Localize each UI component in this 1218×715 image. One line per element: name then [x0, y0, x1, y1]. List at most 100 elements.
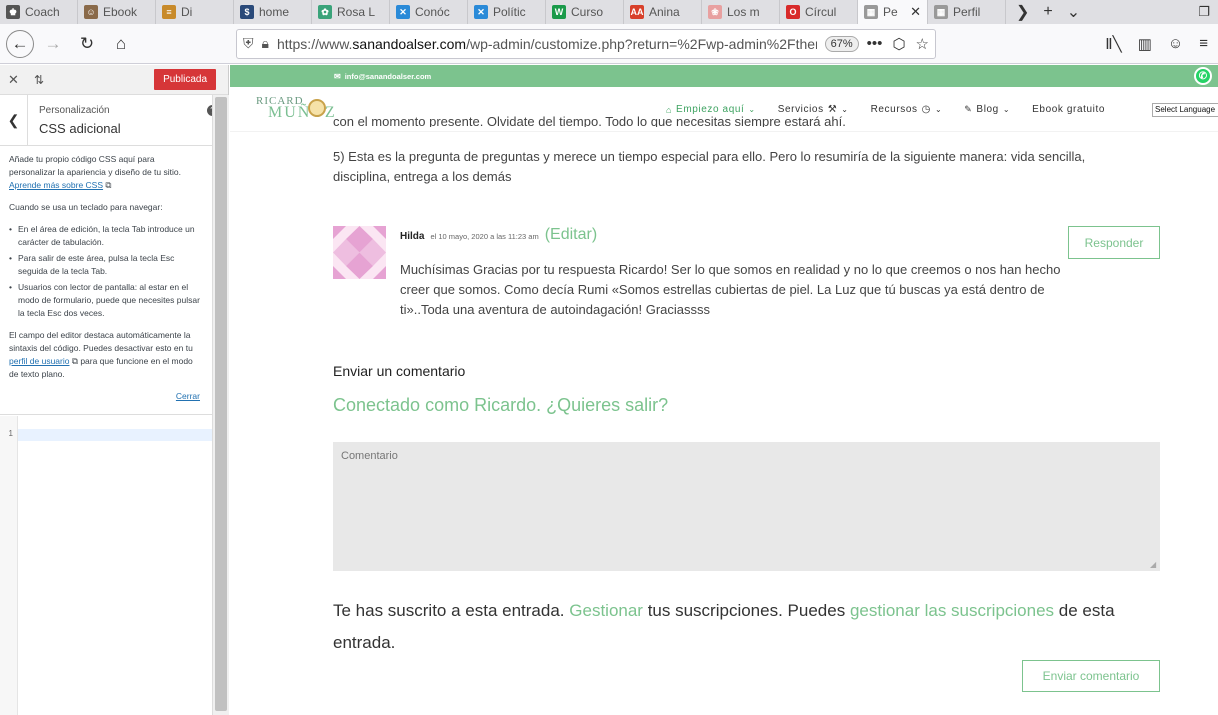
browser-tab[interactable]: ≡ Di: [156, 0, 234, 24]
pocket-icon[interactable]: ⬡: [892, 35, 905, 53]
syntax-paragraph: El campo del editor destaca automáticame…: [9, 329, 202, 381]
comment-date[interactable]: el 10 mayo, 2020 a las 11:23 am: [430, 232, 538, 241]
url-text[interactable]: https://www.sanandoalser.com/wp-admin/cu…: [277, 36, 817, 52]
tab-title: Círcul: [805, 5, 837, 19]
css-code-editor[interactable]: 1: [0, 416, 212, 715]
mail-icon: ✉: [334, 71, 341, 81]
manage-subscriptions-link[interactable]: gestionar las suscripciones: [850, 601, 1054, 620]
forward-button[interactable]: →: [38, 29, 68, 59]
browser-tab-strip: ♚ Coach ☺ Ebook ≡ Di $ home ✿ Rosa L ✕ Conóc ✕ Políti…: [0, 0, 1218, 24]
sidebar-toggle-icon[interactable]: ▥: [1138, 35, 1152, 53]
lock-icon[interactable]: 🔒︎: [262, 35, 269, 52]
browser-tab[interactable]: ♚ Coach: [0, 0, 78, 24]
back-chevron-icon[interactable]: ❮: [0, 94, 28, 146]
whatsapp-icon[interactable]: ✆: [1194, 67, 1212, 85]
browser-tab[interactable]: ✕ Polític: [468, 0, 546, 24]
edit-comment-link[interactable]: (Editar): [545, 226, 597, 244]
reorder-arrows-icon[interactable]: ⇅: [34, 73, 64, 87]
close-help-row: Cerrar: [9, 390, 202, 403]
account-icon[interactable]: ☺: [1168, 35, 1183, 53]
window-restore-icon[interactable]: ❐: [1198, 4, 1210, 20]
menu-hamburger-icon[interactable]: ≡: [1199, 35, 1208, 53]
active-code-line[interactable]: [18, 429, 212, 441]
scrollbar-thumb[interactable]: [215, 97, 227, 711]
resize-grip-icon[interactable]: ◢: [1150, 561, 1158, 569]
desc-intro-paragraph: Añade tu propio código CSS aquí para per…: [9, 153, 202, 192]
home-button[interactable]: ⌂: [106, 29, 136, 59]
tab-favicon-icon: $: [240, 5, 254, 19]
desc-intro: Añade tu propio código CSS aquí para per…: [9, 154, 181, 177]
zoom-badge[interactable]: 67%: [824, 35, 859, 52]
reload-button[interactable]: ↻: [72, 29, 102, 59]
comment-placeholder: Comentario: [341, 450, 398, 462]
learn-css-link[interactable]: Aprende más sobre CSS: [9, 180, 103, 190]
subscription-notice: Te has suscrito a esta entrada. Gestiona…: [333, 595, 1160, 659]
customizer-sidebar: ✕ ⇅ Publicada ❮ Personalización CSS adic…: [0, 65, 229, 715]
logged-in-sep: .: [536, 395, 542, 415]
answer-paragraph-5: 5) Esta es la pregunta de preguntas y me…: [333, 149, 1086, 184]
submit-comment-button[interactable]: Enviar comentario: [1022, 660, 1160, 692]
comment-author[interactable]: Hilda: [400, 231, 424, 242]
comment-item: Hilda el 10 mayo, 2020 a las 11:23 am (E…: [333, 226, 1160, 321]
tab-favicon-icon: ▦: [934, 5, 948, 19]
logout-link[interactable]: ¿Quieres salir?: [546, 395, 668, 415]
tab-favicon-icon: O: [786, 5, 800, 19]
comment-textarea[interactable]: Comentario: [333, 442, 1160, 571]
subscribe-text-1: Te has suscrito a esta entrada.: [333, 601, 565, 620]
tab-title: home: [259, 5, 290, 19]
reply-button[interactable]: Responder: [1068, 226, 1160, 259]
publish-button[interactable]: Publicada: [154, 69, 216, 90]
browser-tab[interactable]: ✿ Rosa L: [312, 0, 390, 24]
browser-tab[interactable]: ❀ Los m: [702, 0, 780, 24]
section-header: ❮ Personalización CSS adicional ?: [0, 94, 228, 146]
keyboard-intro: Cuando se usa un teclado para navegar:: [9, 202, 163, 212]
tab-title: Conóc: [415, 5, 450, 19]
keyboard-tip: Usuarios con lector de pantalla: al esta…: [9, 281, 202, 320]
tabs-scroll-right-icon[interactable]: ❯: [1016, 2, 1029, 22]
tab-favicon-icon: AA: [630, 5, 644, 19]
toolbar-right: Ⅱ╲ ▥ ☺ ≡: [1105, 35, 1218, 53]
post-content: con el momento presente. Olvidate del ti…: [333, 114, 1160, 187]
back-arrow-icon: ←: [11, 33, 29, 53]
browser-tab[interactable]: O Círcul: [780, 0, 858, 24]
browser-tab[interactable]: ✕ Conóc: [390, 0, 468, 24]
user-profile-link[interactable]: perfil de usuario: [9, 356, 69, 366]
tab-favicon-icon: ☺: [84, 5, 98, 19]
tab-title: Los m: [727, 5, 760, 19]
tab-list-chevron-icon[interactable]: ⌄: [1067, 2, 1080, 22]
manage-link[interactable]: Gestionar: [569, 601, 643, 620]
previous-paragraph-tail: con el momento presente. Olvidate del ti…: [333, 114, 846, 127]
more-actions-icon[interactable]: •••: [867, 35, 883, 53]
new-tab-icon[interactable]: +: [1043, 3, 1052, 21]
close-tab-icon[interactable]: ✕: [910, 4, 921, 20]
sidebar-scrollbar[interactable]: [212, 95, 229, 715]
browser-tab[interactable]: ▦ Pe ✕: [858, 0, 928, 24]
language-select[interactable]: Select Language: [1152, 103, 1218, 117]
back-button[interactable]: ←: [6, 29, 34, 58]
library-icon[interactable]: Ⅱ╲: [1105, 35, 1121, 53]
browser-tab[interactable]: ▦ Perfil: [928, 0, 1006, 24]
browser-tab[interactable]: $ home: [234, 0, 312, 24]
keyboard-tip: En el área de edición, la tecla Tab intr…: [9, 223, 202, 249]
tab-title: Polític: [493, 5, 526, 19]
external-link-icon: ⧉: [105, 180, 112, 190]
browser-tab[interactable]: W Curso: [546, 0, 624, 24]
url-bar[interactable]: ⛨ 🔒︎ https://www.sanandoalser.com/wp-adm…: [236, 28, 936, 59]
close-customizer-icon[interactable]: ✕: [8, 72, 28, 88]
logo-badge-icon: [308, 99, 326, 117]
tab-title: Rosa L: [337, 5, 376, 19]
contact-email[interactable]: info@sanandoalser.com: [345, 72, 432, 81]
url-prefix: https://www.: [276, 35, 353, 52]
shield-icon[interactable]: ⛨: [243, 35, 254, 52]
logged-in-link[interactable]: Conectado como Ricardo: [333, 395, 536, 415]
browser-nav-bar: ← → ↻ ⌂ ⛨ 🔒︎ https://www.sanandoalser.co…: [0, 24, 1218, 64]
browser-tab[interactable]: AA Anina: [624, 0, 702, 24]
url-domain: sanandoalser.com: [352, 35, 467, 52]
close-help-link[interactable]: Cerrar: [176, 391, 200, 401]
keyboard-tips-list: En el área de edición, la tecla Tab intr…: [9, 223, 202, 320]
forward-arrow-icon: →: [44, 33, 62, 53]
section-titles: Personalización CSS adicional: [28, 105, 121, 136]
bookmark-star-icon[interactable]: ☆: [916, 35, 929, 53]
browser-tab[interactable]: ☺ Ebook: [78, 0, 156, 24]
line-number-gutter: 1: [0, 416, 18, 715]
